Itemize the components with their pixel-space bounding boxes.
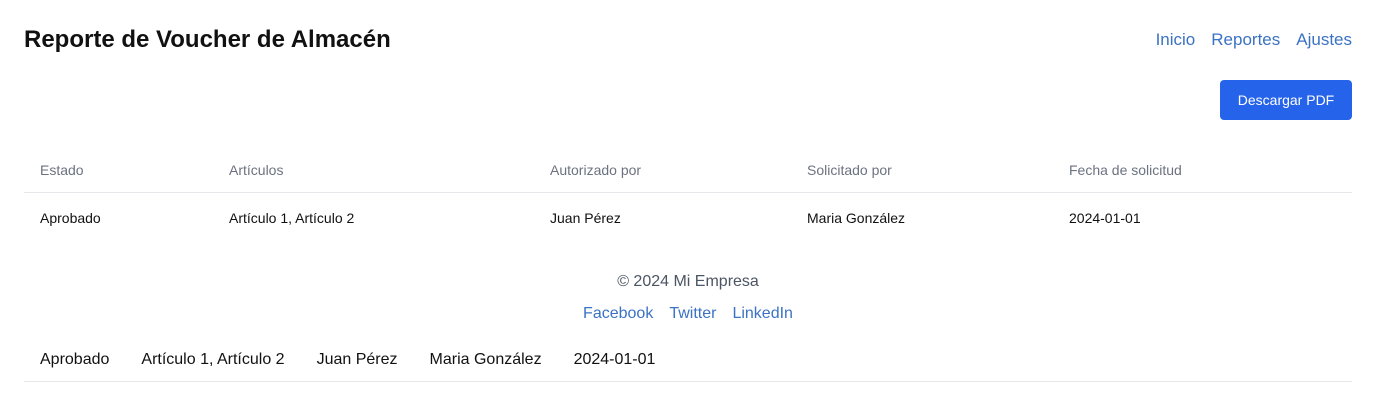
cell-solicitado: Maria González xyxy=(807,210,906,227)
linkedin-link[interactable]: LinkedIn xyxy=(732,303,793,325)
nav-link-inicio[interactable]: Inicio xyxy=(1156,29,1196,51)
item-fecha: 2024-01-01 xyxy=(573,351,656,368)
list-item: Aprobado Artículo 1, Artículo 2 Juan Pér… xyxy=(24,339,1352,382)
page-title: Reporte de Voucher de Almacén xyxy=(24,26,391,53)
cell-autorizado: Juan Pérez xyxy=(550,210,621,227)
column-header-fecha: Fecha de solicitud xyxy=(1053,148,1352,193)
column-header-autorizado: Autorizado por xyxy=(534,148,791,193)
nav-link-reportes[interactable]: Reportes xyxy=(1211,29,1280,51)
voucher-table: Estado Artículos Autorizado por Solicita… xyxy=(24,148,1352,244)
footer-links: Facebook Twitter LinkedIn xyxy=(0,303,1376,325)
item-autorizado: Juan Pérez xyxy=(316,351,398,368)
copyright-text: © 2024 Mi Empresa xyxy=(617,273,759,290)
column-header-estado: Estado xyxy=(24,148,213,193)
column-header-articulos: Artículos xyxy=(213,148,534,193)
twitter-link[interactable]: Twitter xyxy=(669,303,716,325)
item-articulos: Artículo 1, Artículo 2 xyxy=(141,351,285,368)
nav-link-ajustes[interactable]: Ajustes xyxy=(1296,29,1352,51)
cell-fecha: 2024-01-01 xyxy=(1069,210,1141,227)
table-row: Aprobado Artículo 1, Artículo 2 Juan Pér… xyxy=(24,192,1352,244)
cell-articulos: Artículo 1, Artículo 2 xyxy=(229,210,355,227)
cell-estado: Aprobado xyxy=(40,210,101,227)
facebook-link[interactable]: Facebook xyxy=(583,303,653,325)
top-nav: Inicio Reportes Ajustes xyxy=(1156,29,1352,51)
item-estado: Aprobado xyxy=(40,351,110,368)
column-header-solicitado: Solicitado por xyxy=(791,148,1053,193)
download-pdf-button[interactable]: Descargar PDF xyxy=(1220,80,1352,120)
item-solicitado: Maria González xyxy=(429,351,542,368)
table-header-row: Estado Artículos Autorizado por Solicita… xyxy=(24,148,1352,193)
